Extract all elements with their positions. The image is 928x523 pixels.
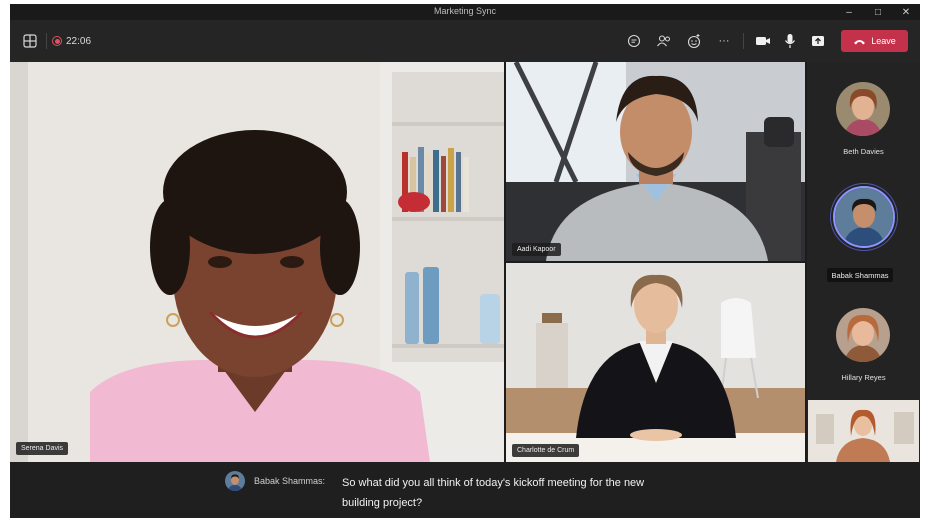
participant-name-bottom-right: Charlotte de Crum — [512, 444, 580, 457]
close-button[interactable]: ✕ — [893, 4, 919, 20]
participant-video — [10, 62, 504, 462]
leave-label: Leave — [871, 36, 896, 46]
share-icon[interactable] — [810, 33, 826, 49]
roster-name: Babak Shammas — [827, 268, 893, 282]
meeting-toolbar: 22:06 ··· Leave — [10, 20, 920, 62]
roster-name: Hillary Reyes — [841, 373, 886, 382]
speaking-ring — [833, 186, 895, 248]
camera-icon[interactable] — [755, 34, 771, 48]
roster-item[interactable]: Beth Davies — [807, 82, 920, 162]
record-icon — [52, 36, 62, 46]
roster-name: Beth Davies — [843, 147, 884, 156]
caption-line: building project? — [342, 497, 423, 509]
leave-button[interactable]: Leave — [841, 30, 908, 52]
react-icon[interactable] — [685, 32, 703, 50]
caption-speaker-avatar — [225, 471, 245, 491]
meeting-timer: 22:06 — [52, 33, 91, 49]
self-view-video — [808, 400, 919, 462]
video-tile-main[interactable]: Serena Davis — [10, 62, 504, 462]
timer-text: 22:06 — [66, 35, 92, 47]
caption-speaker: Babak Shammas: — [254, 476, 326, 486]
roster-item-speaking[interactable]: Babak Shammas — [807, 186, 920, 286]
participant-name-main: Serena Davis — [16, 442, 69, 455]
title-bar: Marketing Sync – □ ✕ — [10, 4, 920, 20]
window-title: Marketing Sync — [433, 6, 497, 16]
maximize-button[interactable]: □ — [865, 4, 891, 20]
roster-item[interactable]: Hillary Reyes — [807, 308, 920, 388]
video-tile-bottom-right[interactable]: Charlotte de Crum — [506, 263, 805, 462]
minimize-button[interactable]: – — [836, 4, 862, 20]
caption-line: So what did you all think of today's kic… — [342, 477, 645, 489]
avatar — [835, 188, 893, 246]
mic-icon[interactable] — [783, 33, 797, 49]
video-tile-top-right[interactable]: Aadi Kapoor — [506, 62, 805, 261]
more-icon[interactable]: ··· — [716, 33, 732, 49]
self-view-tile[interactable] — [808, 400, 919, 462]
live-captions: Babak Shammas: So what did you all think… — [10, 462, 920, 518]
avatar — [836, 82, 890, 136]
video-stage: Serena Davis Aadi Kapoor Charlotte de Cr… — [10, 62, 920, 462]
grid-icon[interactable] — [22, 33, 38, 49]
caption-text: So what did you all think of today's kic… — [342, 473, 702, 513]
participant-video — [506, 263, 805, 462]
people-icon[interactable] — [655, 33, 673, 49]
participant-video — [506, 62, 805, 261]
phone-icon — [854, 39, 866, 44]
toolbar-divider — [46, 33, 47, 49]
toolbar-divider — [743, 33, 744, 49]
meeting-window: Marketing Sync – □ ✕ 22:06 ··· Leave Ser… — [10, 4, 920, 518]
participant-roster: Beth Davies Babak Shammas Hillary Reyes — [807, 62, 920, 462]
participant-name-top-right: Aadi Kapoor — [512, 243, 561, 256]
chat-icon[interactable] — [626, 33, 642, 49]
avatar — [836, 308, 890, 362]
